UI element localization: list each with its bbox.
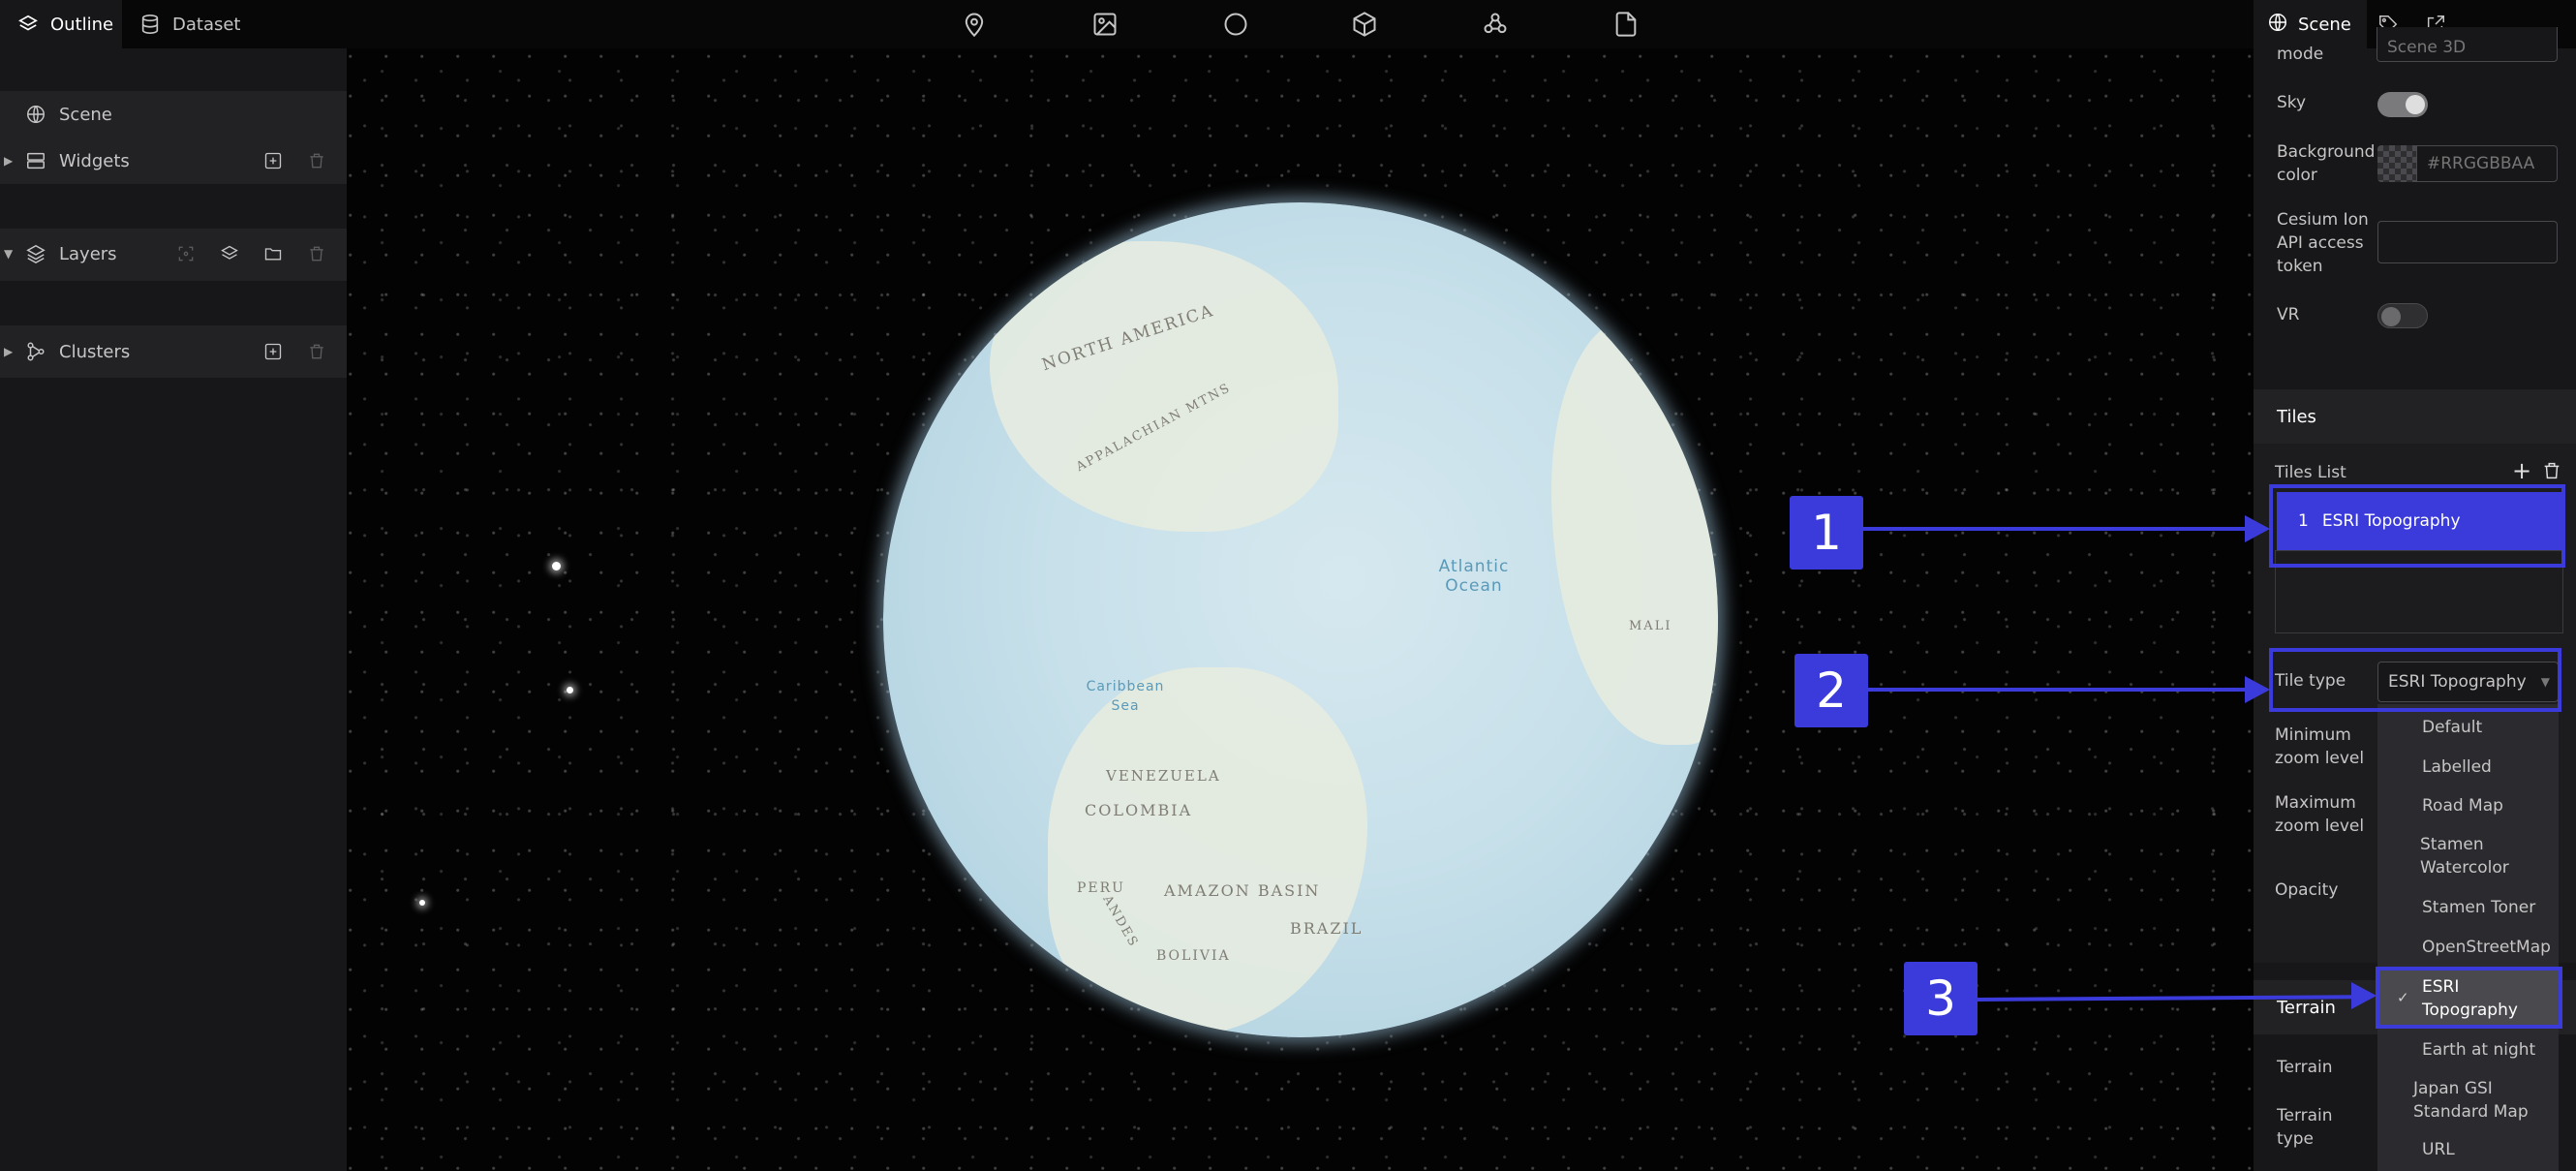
color-swatch[interactable] [2377, 145, 2416, 182]
trash-icon[interactable] [305, 242, 328, 265]
sky-toggle[interactable] [2377, 92, 2428, 117]
outline-item-scene-label: Scene [59, 104, 112, 125]
map-label-amazon-basin: AMAZON BASIN [1164, 881, 1321, 900]
annotation-badge-1: 1 [1790, 496, 1863, 570]
highlight-box-1 [2269, 484, 2565, 568]
option-stamen-watercolor[interactable]: Stamen Watercolor [2377, 833, 2523, 879]
circle-icon[interactable] [1220, 9, 1251, 40]
trash-icon[interactable] [305, 340, 328, 363]
tab-scene-label: Scene [2298, 14, 2351, 35]
south-america-landmass [1048, 667, 1367, 1035]
max-zoom-label: Maximum zoom level [2275, 793, 2365, 836]
annotation-badge-3: 3 [1904, 962, 1978, 1035]
layers-icon [17, 13, 39, 36]
mode-label: mode [2277, 45, 2324, 64]
highlight-box-2 [2269, 648, 2561, 712]
focus-icon[interactable] [174, 242, 198, 265]
map-label-brazil: BRAZIL [1290, 919, 1364, 938]
option-labelled[interactable]: Labelled [2377, 755, 2559, 779]
terrain-type-label: Terrain type [2277, 1106, 2333, 1149]
outline-item-clusters-label: Clusters [59, 341, 131, 362]
cesium-token-input[interactable] [2377, 221, 2558, 263]
vr-toggle[interactable] [2377, 303, 2428, 328]
outline-item-scene[interactable]: Scene [0, 91, 347, 138]
map-label-caribbean-sea: Caribbean Sea [1086, 679, 1165, 714]
outline-item-widgets-label: Widgets [59, 150, 130, 171]
annotation-arrow-1 [1863, 527, 2254, 531]
arrow-head-icon [2245, 515, 2270, 542]
annotation-badge-2: 2 [1794, 654, 1868, 727]
map-label-mali: MALI [1629, 619, 1672, 633]
highlight-box-3 [2376, 967, 2562, 1029]
star [419, 900, 425, 906]
tab-dataset-label: Dataset [172, 14, 241, 35]
sky-label: Sky [2277, 93, 2307, 112]
mode-select[interactable]: Scene 3D [2377, 27, 2558, 62]
database-icon [139, 13, 161, 36]
add-layer-icon[interactable] [218, 242, 241, 265]
tab-outline[interactable]: Outline [0, 0, 122, 48]
caret-right-icon[interactable]: ▶ [4, 154, 13, 168]
globe[interactable]: NORTH AMERICA APPALACHIAN MTNS Atlantic … [883, 202, 1718, 1037]
caret-down-icon[interactable]: ▼ [4, 247, 13, 261]
tile-type-dropdown: Default Labelled Road Map Stamen Waterco… [2377, 704, 2559, 1171]
toggle-knob [2381, 307, 2401, 326]
star [567, 687, 573, 693]
tab-outline-label: Outline [50, 14, 114, 35]
add-widget-icon[interactable] [261, 149, 285, 172]
map-label-venezuela: VENEZUELA [1106, 767, 1221, 785]
image-icon[interactable] [1089, 9, 1120, 40]
terrain-label: Terrain [2277, 1058, 2333, 1077]
min-zoom-label: Minimum zoom level [2275, 725, 2365, 768]
cesium-token-label: Cesium Ion API access token [2277, 210, 2369, 276]
opacity-label: Opacity [2275, 880, 2339, 900]
north-america-landmass [990, 241, 1338, 532]
outline-item-clusters[interactable]: ▶ Clusters [0, 328, 347, 375]
layers-icon [23, 241, 48, 266]
annotation-arrow-2 [1868, 688, 2254, 692]
option-default[interactable]: Default [2377, 716, 2559, 739]
background-color-input[interactable] [2416, 145, 2558, 182]
add-tile-icon[interactable]: + [2510, 457, 2533, 484]
folder-icon[interactable] [261, 242, 285, 265]
cluster-icon[interactable] [1480, 9, 1511, 40]
outline-item-layers[interactable]: ▼ Layers [0, 231, 347, 277]
file-icon[interactable] [1610, 9, 1641, 40]
cube-icon[interactable] [1349, 9, 1380, 40]
add-cluster-icon[interactable] [261, 340, 285, 363]
option-earth-at-night[interactable]: Earth at night [2377, 1038, 2559, 1062]
option-road-map[interactable]: Road Map [2377, 794, 2559, 817]
tiles-section-header[interactable]: Tiles [2254, 389, 2576, 444]
trash-icon[interactable] [2541, 460, 2564, 483]
map-label-colombia: COLOMBIA [1085, 801, 1193, 819]
tab-scene[interactable]: Scene [2254, 0, 2367, 48]
caret-right-icon[interactable]: ▶ [4, 345, 13, 358]
outline-item-widgets[interactable]: ▶ Widgets [0, 138, 347, 184]
top-bar: Outline Dataset [0, 0, 2576, 48]
option-japan-gsi[interactable]: Japan GSI Standard Map [2377, 1077, 2532, 1124]
server-icon [23, 148, 48, 173]
vr-label: VR [2277, 305, 2300, 324]
option-openstreetmap[interactable]: OpenStreetMap [2377, 936, 2559, 959]
map-label-atlantic-ocean: Atlantic Ocean [1438, 557, 1510, 596]
arrow-head-icon [2245, 676, 2270, 703]
globe-icon [23, 102, 48, 127]
map-pin-icon[interactable] [959, 9, 990, 40]
star [552, 562, 561, 570]
outline-item-layers-label: Layers [59, 243, 117, 264]
tab-dataset[interactable]: Dataset [122, 0, 248, 48]
cluster-icon [23, 339, 48, 364]
arrow-head-icon [2351, 982, 2377, 1009]
africa-europe-landmass [1551, 319, 1718, 745]
outline-panel: Scene ▶ Widgets ▼ Layers ▶ Clusters [0, 48, 347, 1171]
map-label-peru: PERU [1077, 880, 1125, 896]
option-stamen-toner[interactable]: Stamen Toner [2377, 896, 2559, 919]
tiles-list-label: Tiles List [2275, 463, 2346, 482]
toggle-knob [2406, 95, 2425, 114]
option-url[interactable]: URL [2377, 1138, 2559, 1161]
background-color-label: Background color [2277, 142, 2376, 185]
globe-icon [2267, 12, 2288, 38]
map-label-bolivia: BOLIVIA [1156, 948, 1231, 964]
trash-icon[interactable] [305, 149, 328, 172]
